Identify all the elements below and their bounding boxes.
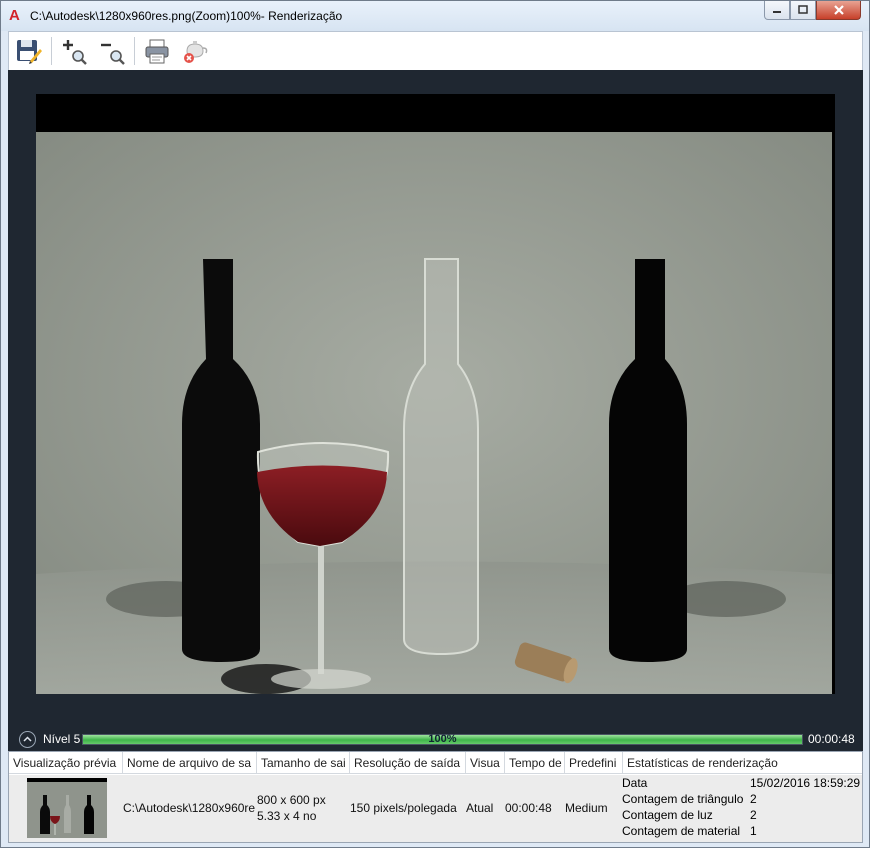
column-filename[interactable]: Nome de arquivo de sa [123, 752, 257, 774]
column-resolution[interactable]: Resolução de saída [350, 752, 466, 774]
stat-label: Contagem de material [622, 824, 741, 838]
column-view[interactable]: Visua [466, 752, 505, 774]
maximize-button[interactable] [790, 1, 816, 20]
column-preview[interactable]: Visualização prévia [9, 752, 123, 774]
render-level-label: Nível 5 [43, 732, 81, 746]
render-scene [36, 94, 835, 694]
stat-value: 15/02/2016 18:59:29 [750, 776, 861, 790]
toolbar-separator [51, 37, 52, 65]
title-bar[interactable]: A C:\Autodesk\1280x960res.png(Zoom)100%-… [1, 1, 869, 31]
history-header: Visualização prévia Nome de arquivo de s… [9, 752, 862, 774]
column-time[interactable]: Tempo de [505, 752, 565, 774]
chevron-up-icon [23, 736, 32, 742]
stat-label: Contagem de triângulo [622, 792, 744, 806]
row-resolution: 150 pixels/polegada [350, 801, 457, 815]
render-statistics: Data 15/02/2016 18:59:29 Contagem de tri… [622, 776, 862, 840]
close-icon [833, 5, 844, 15]
stat-label: Contagem de luz [622, 808, 713, 822]
render-thumbnail[interactable] [27, 778, 107, 838]
stat-value: 2 [750, 792, 757, 806]
autocad-app-icon[interactable]: A [9, 8, 23, 24]
zoom-in-icon [63, 40, 87, 65]
render-window: A C:\Autodesk\1280x960res.png(Zoom)100%-… [0, 0, 870, 848]
column-output-size[interactable]: Tamanho de sai [257, 752, 350, 774]
row-size-in: 5.33 x 4 no [257, 809, 317, 823]
render-progress-bar: 100% [82, 733, 803, 745]
zoom-in-button[interactable] [58, 35, 90, 67]
stat-light-count: Contagem de luz 2 [622, 808, 862, 824]
history-row[interactable]: C:\Autodesk\1280x960re 800 x 600 px 5.33… [9, 775, 862, 842]
collapse-button[interactable] [19, 731, 36, 748]
row-filename: C:\Autodesk\1280x960re [123, 801, 256, 815]
column-statistics[interactable]: Estatísticas de renderização [623, 752, 862, 774]
stat-material-count: Contagem de material 1 [622, 824, 862, 840]
render-history-panel: Visualização prévia Nome de arquivo de s… [8, 751, 863, 843]
stat-value: 2 [750, 808, 757, 822]
render-viewport[interactable] [8, 70, 863, 751]
minimize-button[interactable] [764, 1, 790, 20]
print-button[interactable] [141, 35, 173, 67]
minimize-icon [773, 11, 781, 13]
stat-date: Data 15/02/2016 18:59:29 [622, 776, 862, 792]
elapsed-time: 00:00:48 [808, 732, 855, 746]
window-title: C:\Autodesk\1280x960res.png(Zoom)100%- R… [30, 9, 343, 23]
maximize-icon [798, 5, 808, 14]
toolbar-separator [134, 37, 135, 65]
row-view: Atual [466, 801, 494, 815]
row-preset: Medium [565, 801, 608, 815]
window-controls [764, 1, 861, 21]
save-icon [17, 40, 42, 64]
save-button[interactable] [13, 35, 45, 67]
stat-triangle-count: Contagem de triângulo 2 [622, 792, 862, 808]
stat-value: 1 [750, 824, 757, 838]
thumbnail-image [27, 782, 107, 838]
zoom-out-icon [101, 43, 125, 65]
column-preset[interactable]: Predefini [565, 752, 623, 774]
rendered-image[interactable] [36, 94, 835, 694]
cancel-render-button[interactable] [179, 35, 211, 67]
render-status-bar: Nível 5 100% 00:00:48 [8, 728, 863, 750]
zoom-out-button[interactable] [96, 35, 128, 67]
cancel-render-icon [184, 41, 208, 63]
row-time: 00:00:48 [505, 801, 552, 815]
print-icon [145, 39, 169, 64]
row-size-px: 800 x 600 px [257, 793, 326, 807]
close-button[interactable] [816, 1, 861, 20]
stat-label: Data [622, 776, 648, 790]
progress-percent: 100% [428, 733, 457, 745]
toolbar [8, 31, 863, 70]
